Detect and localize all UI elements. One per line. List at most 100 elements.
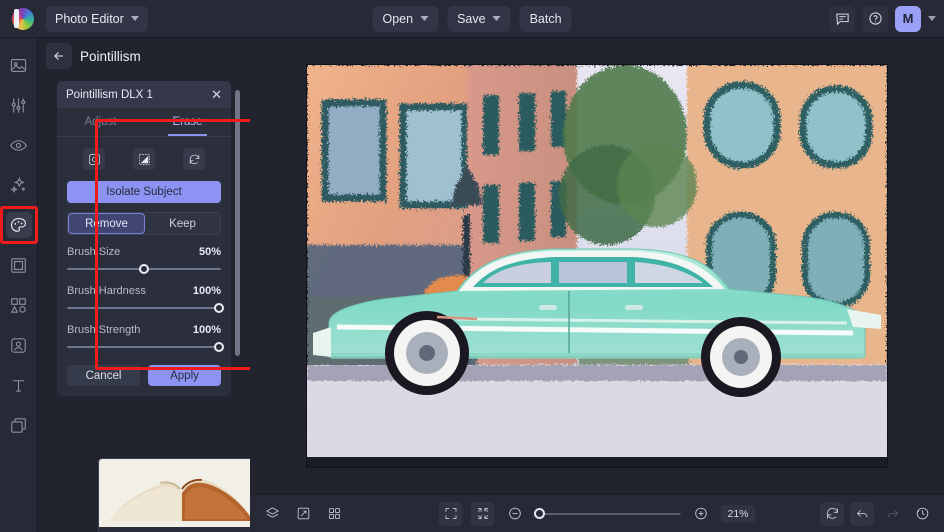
top-right-actions: M: [829, 5, 936, 32]
photo-editor-app: Photo Editor Open Save Batch M Pointilli…: [0, 0, 944, 532]
isolate-subject-label: Isolate Subject: [106, 186, 182, 198]
zoom-in-button[interactable]: [688, 502, 712, 526]
save-button[interactable]: Save: [447, 5, 511, 32]
sidebar-item-enhance[interactable]: [6, 172, 32, 198]
effect-card-footer: Cancel Apply: [57, 352, 231, 396]
back-button[interactable]: [46, 43, 72, 69]
compare-button[interactable]: [291, 502, 315, 526]
brush-hardness-knob[interactable]: [214, 303, 225, 313]
chevron-down-icon: [420, 16, 429, 21]
isolate-subject-button[interactable]: Isolate Subject: [67, 181, 221, 203]
list-item[interactable]: Pointillism 1: [98, 458, 250, 532]
save-label: Save: [457, 11, 486, 26]
apply-label: Apply: [170, 369, 199, 382]
tab-erase[interactable]: Erase: [144, 108, 231, 136]
fit-screen-button[interactable]: [438, 501, 463, 526]
shapes-icon: [10, 297, 26, 313]
sidebar-item-adjust[interactable]: [6, 92, 32, 118]
brush-size-knob[interactable]: [139, 264, 149, 274]
zoom-slider-knob[interactable]: [533, 507, 545, 519]
sidebar-item-effects[interactable]: [0, 206, 38, 244]
mask-invert-button[interactable]: [133, 148, 155, 170]
canvas-area[interactable]: [250, 38, 944, 494]
brush-strength-track[interactable]: [67, 342, 225, 352]
sidebar-item-retouch[interactable]: [6, 132, 32, 158]
zoom-slider[interactable]: [533, 507, 681, 520]
brush-hardness-label: Brush Hardness: [67, 285, 146, 297]
selection-brush-icon: [88, 153, 100, 165]
brush-size-track[interactable]: [67, 264, 221, 274]
top-center-actions: Open Save Batch: [372, 5, 572, 32]
sidebar-item-frames[interactable]: [6, 252, 32, 278]
page-title: Pointillism: [80, 48, 141, 64]
batch-button[interactable]: Batch: [519, 5, 572, 32]
tab-adjust[interactable]: Adjust: [57, 108, 144, 136]
remove-mode-button[interactable]: Remove: [68, 213, 145, 234]
actual-size-button[interactable]: [470, 501, 495, 526]
open-label: Open: [382, 11, 414, 26]
brush-size-label: Brush Size: [67, 246, 121, 258]
panel-header: Pointillism: [38, 38, 250, 74]
brand-logo-icon[interactable]: [10, 6, 36, 32]
bottom-bar: 21%: [250, 494, 944, 532]
apply-button[interactable]: Apply: [148, 365, 221, 386]
brush-hardness-value: 100%: [192, 285, 221, 297]
brush-hardness-track[interactable]: [67, 303, 225, 313]
history-button[interactable]: [910, 502, 934, 526]
sidebar-item-shapes[interactable]: [6, 292, 32, 318]
close-icon[interactable]: ✕: [211, 88, 222, 101]
effect-tabs: Adjust Erase: [57, 108, 231, 137]
history-icon: [916, 507, 928, 520]
brush-strength-knob[interactable]: [214, 342, 225, 352]
account-chevron-down-icon[interactable]: [928, 16, 936, 21]
cancel-button[interactable]: Cancel: [67, 365, 140, 386]
cancel-label: Cancel: [85, 369, 122, 382]
chevron-down-icon: [130, 16, 139, 21]
refresh-button[interactable]: [820, 501, 844, 526]
sparkles-icon: [10, 176, 25, 193]
zoom-percent-value[interactable]: 21%: [720, 504, 756, 523]
sidebar-item-image[interactable]: [6, 52, 32, 78]
zoom-out-button[interactable]: [502, 502, 526, 526]
grid-button[interactable]: [322, 502, 346, 526]
effect-card-header: Pointillism DLX 1 ✕: [57, 81, 231, 108]
text-icon: [12, 379, 25, 392]
undo-button[interactable]: [850, 501, 874, 526]
left-tool-rail: [0, 38, 38, 532]
edited-photo-pointillism-street-scene[interactable]: [307, 65, 887, 467]
selection-brush-button[interactable]: [83, 148, 105, 170]
panel-scrollbar[interactable]: [235, 90, 240, 356]
effect-settings-card: Pointillism DLX 1 ✕ Adjust Erase Isolate…: [57, 81, 231, 396]
layers-copy-icon: [11, 417, 26, 433]
avatar[interactable]: M: [895, 5, 921, 32]
history-controls: [820, 501, 934, 526]
open-button[interactable]: Open: [372, 5, 439, 32]
sliders-icon: [11, 97, 26, 113]
layers-button[interactable]: [260, 502, 284, 526]
brush-strength-slider: Brush Strength 100%: [67, 324, 225, 352]
avatar-initial: M: [902, 11, 914, 26]
effects-panel: Pointillism Pointillism DLX 1 ✕ Adjust E…: [38, 38, 250, 532]
actual-size-icon: [477, 508, 488, 519]
sidebar-item-text[interactable]: [6, 372, 32, 398]
sidebar-item-portrait[interactable]: [6, 332, 32, 358]
app-switcher-label: Photo Editor: [55, 11, 124, 26]
brush-strength-value: 100%: [192, 324, 221, 336]
help-button[interactable]: [862, 5, 888, 32]
undo-icon: [856, 510, 867, 518]
erase-mode-segmented: Remove Keep: [67, 212, 221, 235]
bottom-left-tools: [260, 502, 346, 526]
reset-mask-button[interactable]: [183, 148, 205, 170]
frame-icon: [11, 257, 26, 273]
feedback-button[interactable]: [829, 5, 855, 32]
tab-erase-label: Erase: [172, 116, 203, 128]
keep-mode-button[interactable]: Keep: [145, 213, 220, 234]
zoom-controls: 21%: [438, 501, 756, 526]
comment-icon: [835, 13, 849, 26]
brush-hardness-slider: Brush Hardness 100%: [67, 285, 225, 313]
redo-button[interactable]: [880, 502, 904, 526]
sidebar-item-layers[interactable]: [6, 412, 32, 438]
app-switcher[interactable]: Photo Editor: [46, 5, 148, 32]
preset-list: Pointillism 1: [98, 458, 250, 532]
compare-icon: [297, 507, 309, 520]
